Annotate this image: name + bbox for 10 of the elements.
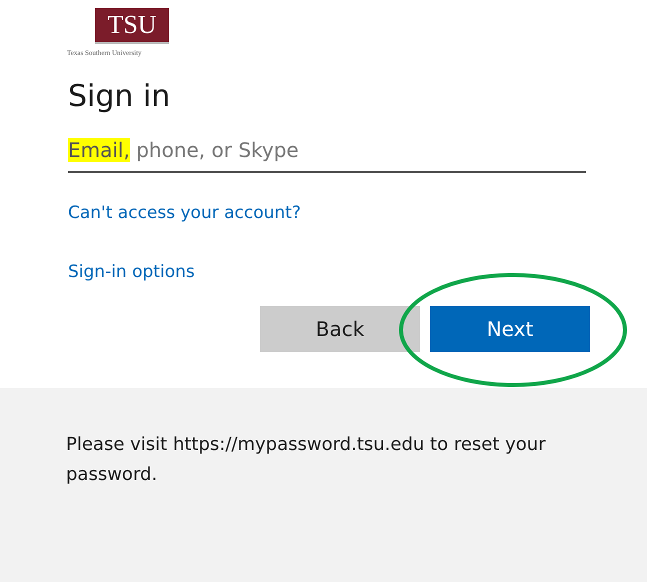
placeholder-text: Email, — [68, 138, 130, 162]
logo-mark: TSU — [95, 8, 169, 44]
placeholder-text: phone, or Skype — [135, 138, 299, 162]
email-field[interactable]: Email, phone, or Skype — [68, 134, 586, 172]
link[interactable]: Can't access your account? — [68, 200, 301, 226]
page-title: Sign in — [68, 78, 172, 116]
back-button[interactable]: Back — [260, 306, 420, 352]
footer-text: Please visit https://mypassword.tsu.edu to reset your password. — [66, 432, 547, 486]
link[interactable]: Sign-in options — [68, 260, 195, 286]
next-button[interactable]: Next — [430, 306, 590, 352]
